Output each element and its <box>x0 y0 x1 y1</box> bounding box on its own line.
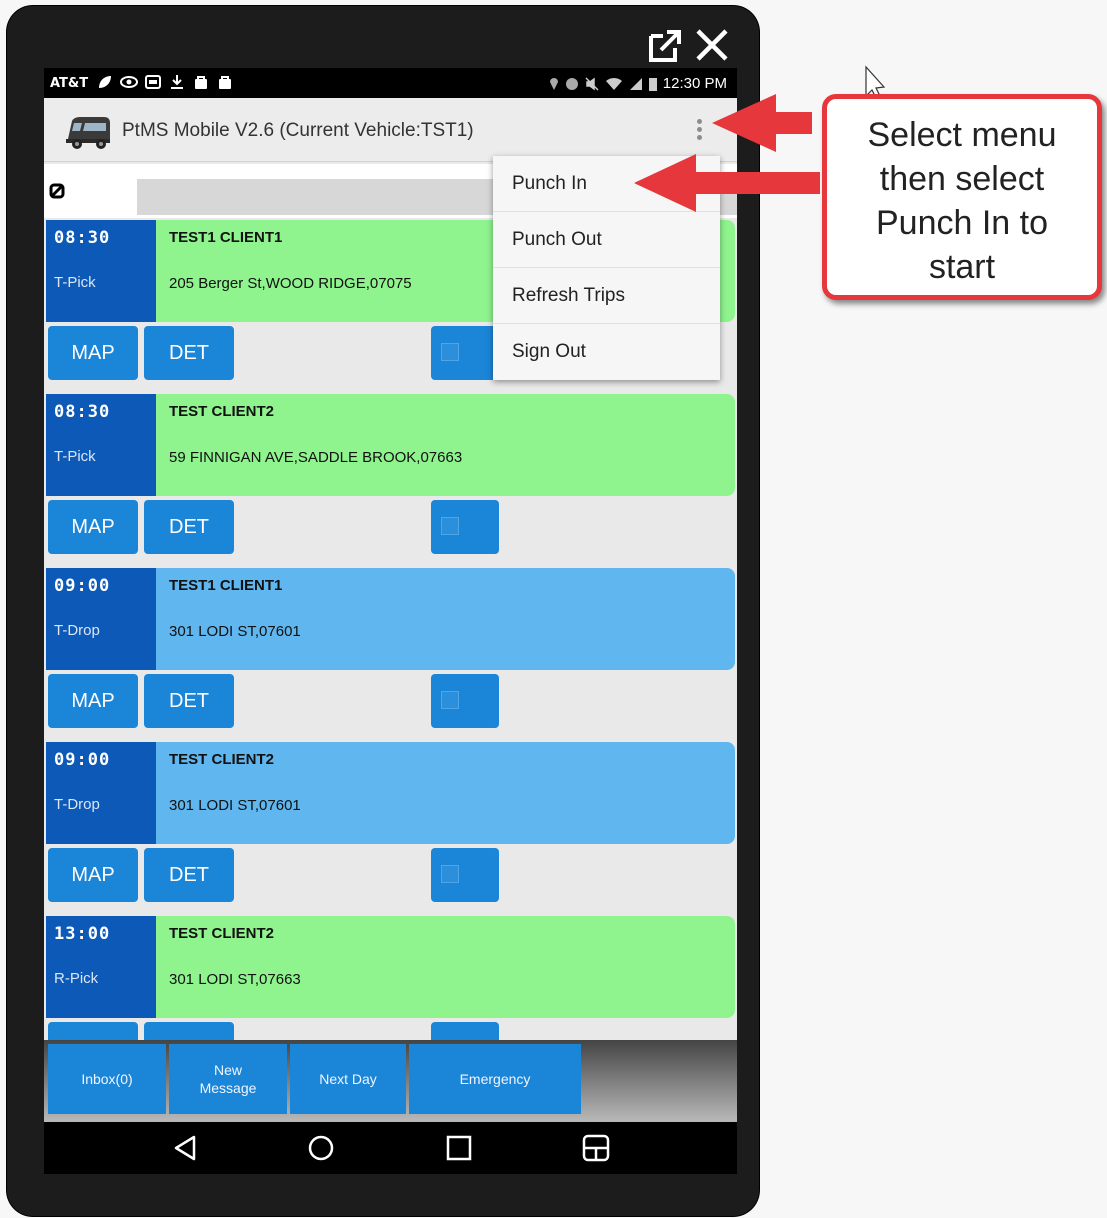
checkbox-icon <box>441 691 459 709</box>
client-address: 59 FINNIGAN AVE,SADDLE BROOK,07663 <box>169 449 463 466</box>
download-icon <box>168 74 186 90</box>
battery-icon <box>648 77 657 91</box>
signal-icon <box>629 77 642 90</box>
select-checkbox[interactable] <box>431 848 499 902</box>
system-status-icons: 12:30 PM <box>549 75 727 92</box>
client-name: TEST1 CLIENT1 <box>169 577 283 594</box>
details-button[interactable]: DET <box>144 848 234 902</box>
trip-time-block: 13:00 R-Pick <box>46 916 156 1018</box>
client-name: TEST CLIENT2 <box>169 751 275 768</box>
map-button[interactable]: MAP <box>48 674 138 728</box>
next-day-button[interactable]: Next Day <box>290 1044 406 1114</box>
external-link-icon[interactable] <box>647 28 683 64</box>
status-bar: AT&T 12:30 PM <box>44 68 737 98</box>
select-checkbox[interactable] <box>431 674 499 728</box>
nav-bar <box>44 1122 737 1174</box>
bottom-toolbar: Inbox(0) New Message Next Day Emergency <box>44 1040 737 1122</box>
client-name: TEST CLIENT2 <box>169 925 275 942</box>
trip-actions: MAP DET <box>46 672 737 730</box>
trip-time-block: 08:30 T-Pick <box>46 220 156 322</box>
trip-row: 09:00 T-Drop TEST CLIENT2 301 LODI ST,07… <box>46 742 737 916</box>
mute-icon <box>585 76 599 91</box>
wifi-icon <box>605 77 622 90</box>
new-message-button[interactable]: New Message <box>169 1044 287 1114</box>
new-message-label: New Message <box>199 1061 257 1096</box>
nfc-icon <box>565 77 578 90</box>
trip-card[interactable]: 09:00 T-Drop TEST CLIENT2 301 LODI ST,07… <box>46 742 735 844</box>
trip-time: 08:30 <box>54 402 111 422</box>
client-address: 205 Berger St,WOOD RIDGE,07075 <box>169 275 412 292</box>
screenshot-stage: AT&T 12:30 PM PtMS Mobile V2.6 (Current … <box>0 0 1107 1218</box>
eye-icon <box>120 74 138 90</box>
close-icon[interactable] <box>693 26 731 64</box>
details-button[interactable]: DET <box>144 326 234 380</box>
trip-row: 08:30 T-Pick TEST CLIENT2 59 FINNIGAN AV… <box>46 394 737 568</box>
trip-type: T-Drop <box>54 622 100 639</box>
select-checkbox[interactable] <box>431 500 499 554</box>
trip-type: T-Pick <box>54 274 96 291</box>
details-button[interactable]: DET <box>144 500 234 554</box>
back-icon[interactable] <box>170 1132 202 1164</box>
trip-actions: MAP DET <box>46 498 737 556</box>
bag-icon <box>192 74 210 90</box>
split-screen-icon[interactable] <box>580 1132 612 1164</box>
trip-type: R-Pick <box>54 970 99 987</box>
recents-icon[interactable] <box>443 1132 475 1164</box>
leaf-icon <box>96 74 114 90</box>
details-button[interactable]: DET <box>144 674 234 728</box>
overflow-menu: Punch In Punch Out Refresh Trips Sign Ou… <box>493 156 720 380</box>
overflow-menu-icon[interactable] <box>692 116 706 146</box>
trip-time: 09:00 <box>54 750 111 770</box>
trip-time-block: 08:30 T-Pick <box>46 394 156 496</box>
app-bar: PtMS Mobile V2.6 (Current Vehicle:TST1) <box>44 98 737 162</box>
callout-text: Select menu then select Punch In to star… <box>867 116 1057 286</box>
client-address: 301 LODI ST,07601 <box>169 797 301 814</box>
map-button[interactable]: MAP <box>48 326 138 380</box>
instruction-callout: Select menu then select Punch In to star… <box>822 94 1102 300</box>
emergency-button[interactable]: Emergency <box>409 1044 581 1114</box>
notification-icons <box>96 74 234 90</box>
van-logo-icon <box>66 117 110 149</box>
trip-card[interactable]: 08:30 T-Pick TEST CLIENT2 59 FINNIGAN AV… <box>46 394 735 496</box>
trip-time-block: 09:00 T-Drop <box>46 568 156 670</box>
window-controls <box>647 24 737 68</box>
menu-item-sign-out[interactable]: Sign Out <box>493 324 720 380</box>
menu-item-punch-in[interactable]: Punch In <box>493 156 720 212</box>
carrier-label: AT&T <box>50 76 89 91</box>
trip-time: 09:00 <box>54 576 111 596</box>
menu-item-refresh-trips[interactable]: Refresh Trips <box>493 268 720 324</box>
checkbox-icon <box>441 517 459 535</box>
client-address: 301 LODI ST,07601 <box>169 623 301 640</box>
trip-actions: MAP DET <box>46 846 737 904</box>
inbox-button[interactable]: Inbox(0) <box>48 1044 166 1114</box>
trip-card[interactable]: 09:00 T-Drop TEST1 CLIENT1 301 LODI ST,0… <box>46 568 735 670</box>
trip-time-block: 09:00 T-Drop <box>46 742 156 844</box>
app-notification-icon <box>144 74 162 90</box>
trip-time: 08:30 <box>54 228 111 248</box>
home-icon[interactable] <box>305 1132 337 1164</box>
client-address: 301 LODI ST,07663 <box>169 971 301 988</box>
clear-filter-icon[interactable] <box>49 183 65 204</box>
trip-type: T-Drop <box>54 796 100 813</box>
map-button[interactable]: MAP <box>48 848 138 902</box>
trip-card[interactable]: 13:00 R-Pick TEST CLIENT2 301 LODI ST,07… <box>46 916 735 1018</box>
client-name: TEST1 CLIENT1 <box>169 229 283 246</box>
select-checkbox[interactable] <box>431 326 499 380</box>
location-icon <box>549 77 558 90</box>
map-button[interactable]: MAP <box>48 500 138 554</box>
checkbox-icon <box>441 343 459 361</box>
app-title: PtMS Mobile V2.6 (Current Vehicle:TST1) <box>122 120 474 141</box>
trip-time: 13:00 <box>54 924 111 944</box>
checkbox-icon <box>441 865 459 883</box>
bag-icon <box>216 74 234 90</box>
menu-item-punch-out[interactable]: Punch Out <box>493 212 720 268</box>
status-time: 12:30 PM <box>662 75 727 92</box>
client-name: TEST CLIENT2 <box>169 403 275 420</box>
trip-type: T-Pick <box>54 448 96 465</box>
trip-row: 09:00 T-Drop TEST1 CLIENT1 301 LODI ST,0… <box>46 568 737 742</box>
